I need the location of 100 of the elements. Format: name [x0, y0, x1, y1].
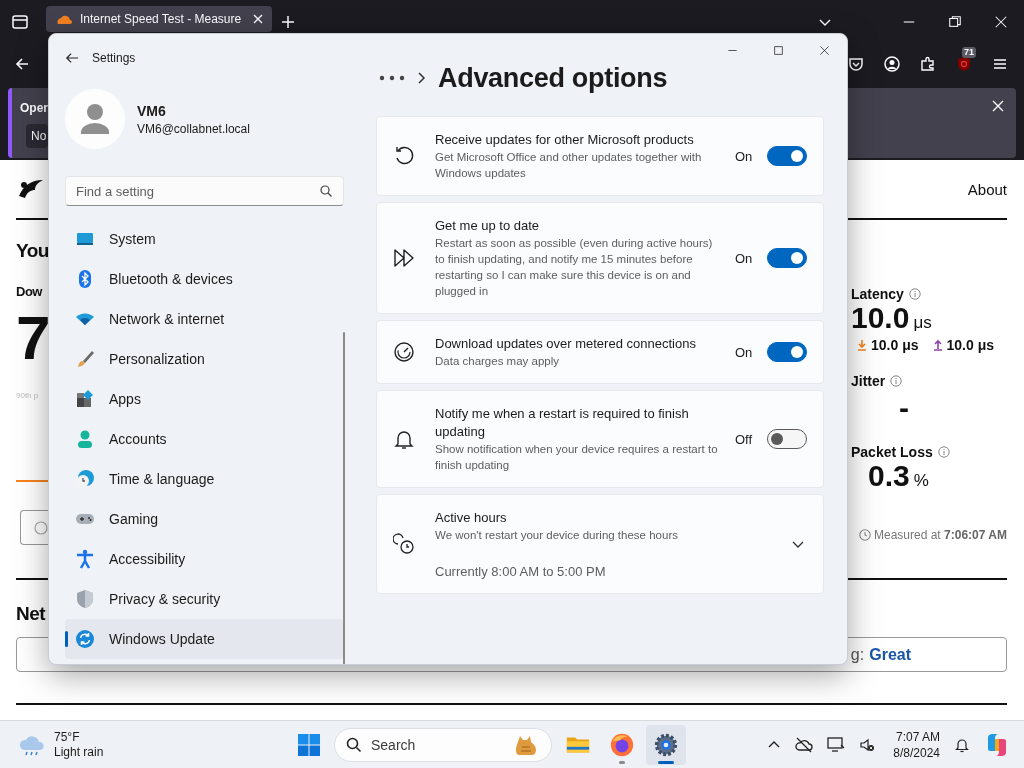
- info-icon[interactable]: [937, 446, 950, 458]
- avatar-icon: [65, 89, 125, 149]
- rating-label: g:: [850, 645, 865, 664]
- globe-clock-icon: [75, 469, 95, 489]
- apps-icon: [75, 389, 95, 409]
- gear-icon: [653, 731, 679, 758]
- gauge-icon: [393, 341, 415, 363]
- browser-tab[interactable]: Internet Speed Test - Measure: [46, 6, 272, 32]
- setting-description: Show notification when your device requires a restart to finish updating: [435, 442, 719, 473]
- metric-value: 10.0: [851, 302, 910, 334]
- nav-item[interactable]: Accounts: [65, 419, 344, 459]
- nav-item[interactable]: Privacy & security: [65, 579, 344, 619]
- puzzle-icon[interactable]: [920, 56, 936, 72]
- temperature: 75°F: [54, 729, 81, 745]
- setting-description: Data charges may apply: [435, 354, 560, 369]
- setting-description: Get Microsoft Office and other updates together with Windows updates: [435, 150, 703, 181]
- info-icon[interactable]: [908, 288, 921, 300]
- account-icon[interactable]: [884, 56, 900, 72]
- menu-icon[interactable]: [992, 56, 1008, 72]
- setting-title: Receive updates for other Microsoft products: [435, 131, 695, 149]
- nav-link[interactable]: About: [967, 180, 1007, 198]
- progress-line: [16, 480, 48, 482]
- nav-item[interactable]: Bluetooth & devices: [65, 259, 344, 299]
- setting-title: Notify me when a restart is required to finish updating: [435, 405, 690, 441]
- metric-value: 7: [16, 307, 51, 369]
- info-icon[interactable]: [890, 375, 903, 387]
- user-name: VM6: [137, 102, 167, 119]
- clock[interactable]: 7:07 AM 8/8/2024: [893, 728, 940, 761]
- page-button[interactable]: [20, 510, 48, 545]
- plus-icon[interactable]: [280, 14, 296, 30]
- nav-item[interactable]: Gaming: [65, 499, 344, 539]
- close-icon[interactable]: [818, 44, 830, 56]
- metric-value: 0.3: [868, 460, 910, 492]
- shield-icon[interactable]: [956, 56, 972, 72]
- page-title: Advanced options: [438, 62, 668, 94]
- toggle-state-label: On: [735, 344, 754, 360]
- more-icon[interactable]: [379, 75, 405, 81]
- metric-unit: μs: [913, 313, 932, 333]
- metric-value: 10.0 μs: [946, 337, 994, 353]
- clock-icon: [393, 533, 415, 555]
- restore-icon[interactable]: [948, 15, 962, 29]
- setting-description: We won't restart your device during these hours: [435, 528, 679, 543]
- toggle-state-label: On: [735, 148, 754, 164]
- metric-label: Latency: [851, 286, 904, 302]
- metric-value: -: [899, 392, 909, 424]
- metric-value: 10.0 μs: [871, 337, 919, 353]
- back-arrow-icon[interactable]: [14, 56, 30, 72]
- user-email: VM6@collabnet.local: [137, 121, 250, 136]
- nav-item[interactable]: Accessibility: [65, 539, 344, 579]
- measured-time: Measured at 7:06:07 AM: [874, 528, 1007, 542]
- nav-item[interactable]: Apps: [65, 379, 344, 419]
- section-heading: You: [16, 240, 49, 262]
- monitor-icon[interactable]: [827, 736, 846, 753]
- accessibility-icon: [75, 549, 95, 569]
- nav-item[interactable]: Network & internet: [65, 299, 344, 339]
- notification-text: Oper: [20, 100, 48, 116]
- section-heading: Net: [16, 603, 47, 625]
- nav-item[interactable]: Personalization: [65, 339, 344, 379]
- person-icon: [75, 429, 95, 449]
- pocket-icon[interactable]: [848, 56, 864, 72]
- chevron-right-icon: [416, 71, 426, 85]
- taskbar-app[interactable]: [646, 724, 686, 765]
- metric-unit: %: [913, 471, 929, 491]
- search-field[interactable]: Search: [334, 727, 552, 762]
- toggle-state-label: Off: [735, 431, 754, 447]
- clock-icon: [859, 529, 871, 541]
- bell-icon[interactable]: [954, 736, 970, 753]
- setting-title: Get me up to date: [435, 217, 541, 235]
- start-icon[interactable]: [297, 732, 321, 757]
- toggle-state-label: On: [735, 250, 754, 266]
- scrollbar[interactable]: [343, 332, 345, 664]
- window-title: Settings: [92, 51, 136, 65]
- toggle-switch[interactable]: [767, 429, 807, 449]
- upload-icon: [932, 339, 943, 351]
- fast-forward-icon: [393, 247, 415, 269]
- toggle-switch[interactable]: [767, 248, 807, 268]
- cloud-off-icon[interactable]: [795, 736, 814, 753]
- cloud-icon: [56, 13, 72, 25]
- shield-icon: [75, 589, 95, 609]
- info-icon: [34, 520, 48, 535]
- toggle-switch[interactable]: [767, 146, 807, 166]
- setting-value: Currently 8:00 AM to 5:00 PM: [435, 564, 607, 579]
- nav-item[interactable]: Windows Update: [65, 619, 344, 659]
- browser-icon: [609, 731, 635, 758]
- maximize-icon[interactable]: [772, 44, 784, 56]
- metric-label: Jitter: [851, 373, 886, 389]
- rating-value: Great: [869, 645, 911, 664]
- setting-title: Active hours: [435, 509, 508, 527]
- bell-icon: [393, 428, 415, 450]
- brush-icon: [75, 349, 95, 369]
- setting-description: Restart as soon as possible (even during active hours) to finish updating, and notify me 15 minutes before restarting so I can make sure this device is on and plugged in: [435, 236, 714, 299]
- setting-title: Download updates over metered connections: [435, 335, 697, 353]
- search-icon: [320, 185, 332, 197]
- back-arrow-icon[interactable]: [65, 51, 79, 65]
- search-field[interactable]: Find a setting: [65, 176, 344, 206]
- toggle-switch[interactable]: [767, 342, 807, 362]
- nav-item[interactable]: Time & language: [65, 459, 344, 499]
- notification-button[interactable]: No: [26, 124, 48, 148]
- speaker-muted-icon[interactable]: [859, 736, 876, 753]
- nav-item[interactable]: System: [65, 219, 344, 259]
